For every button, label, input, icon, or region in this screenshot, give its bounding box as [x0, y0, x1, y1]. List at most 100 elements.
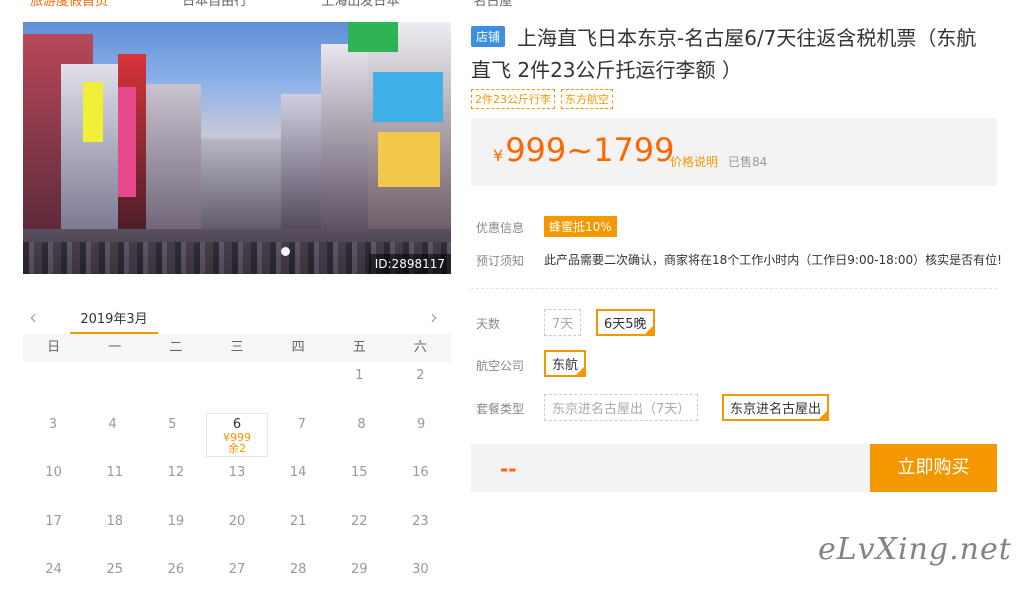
option-airline-ceair[interactable]: 东航	[544, 350, 587, 377]
shop-badge[interactable]: 店铺	[471, 26, 506, 47]
calendar-day: 26	[167, 562, 185, 577]
calendar-day-number: 6	[232, 416, 242, 432]
calendar-week-row: 1 2	[23, 362, 451, 411]
calendar-day: 20	[228, 513, 246, 529]
calendar-day: 21	[289, 513, 307, 529]
sold-count: 已售84	[728, 155, 768, 169]
weekday-label: 五	[352, 340, 366, 355]
calendar-day	[145, 362, 206, 411]
calendar-day: 22	[351, 513, 368, 529]
calendar-day: 25	[106, 562, 123, 577]
calendar-day	[23, 362, 84, 411]
calendar-grid: 1 2 3 4 5 6 ¥999 余2 7 8 9 10 11 12 13 14…	[23, 362, 451, 605]
calendar-day: 3	[48, 416, 57, 432]
prev-month-icon[interactable]: ‹	[29, 305, 37, 329]
calendar-day: 9	[417, 416, 426, 432]
option-package-7day[interactable]: 东京进名古屋出（7天）	[544, 394, 699, 421]
option-days-6d5n[interactable]: 6天5晚	[596, 309, 655, 336]
price-explanation-link[interactable]: 价格说明	[670, 153, 718, 170]
calendar-day: 16	[412, 465, 429, 480]
calendar-day: 15	[351, 465, 368, 480]
calendar-day-price: ¥999	[223, 430, 252, 444]
breadcrumb-item[interactable]: 上海出发日本	[321, 0, 399, 9]
weekday-label: 三	[230, 340, 244, 355]
weekday-label: 二	[169, 340, 183, 355]
notice-text: 此产品需要二次确认，商家将在18个工作小时内（工作日9:00-18:00）核实是…	[544, 253, 1002, 267]
package-label: 套餐类型	[476, 402, 525, 416]
calendar-day: 24	[45, 562, 62, 577]
calendar-day: 12	[167, 465, 185, 480]
calendar-day	[84, 362, 145, 411]
calendar-day: 4	[108, 416, 117, 432]
calendar-day: 8	[357, 416, 366, 432]
calendar-day: 13	[228, 465, 246, 480]
calendar-day-stock: 余2	[228, 441, 247, 455]
option-package[interactable]: 东京进名古屋出	[722, 394, 830, 421]
photo-id-label: ID:2898117	[368, 254, 451, 274]
calendar-day: 30	[412, 562, 429, 577]
price-value: 999~1799	[505, 131, 675, 169]
calendar-day: 7	[297, 416, 306, 432]
discount-label: 优惠信息	[476, 221, 525, 235]
weekday-label: 日	[47, 340, 61, 355]
product-photo[interactable]: ID:2898117	[23, 22, 451, 274]
calendar-day: 28	[289, 562, 307, 577]
buy-now-button[interactable]: 立即购买	[870, 444, 997, 492]
calendar-day: 17	[45, 513, 62, 529]
calendar-day: 29	[351, 562, 368, 577]
calendar-day: 19	[167, 513, 185, 529]
next-month-icon[interactable]: ›	[430, 305, 438, 329]
price-range: ¥999~1799	[493, 131, 675, 169]
currency-symbol: ¥	[493, 146, 504, 165]
weekday-label: 四	[291, 340, 305, 355]
breadcrumb-item[interactable]: 日本自由行	[182, 0, 247, 9]
notice-label: 预订须知	[476, 254, 525, 268]
carousel-dots[interactable]	[281, 241, 290, 260]
calendar-week-row: 10 11 12 13 14 15 16	[23, 459, 451, 508]
calendar-day: 5	[168, 416, 177, 432]
site-watermark: eLvXing.net	[818, 532, 1012, 567]
carousel-dot[interactable]	[281, 247, 290, 256]
calendar-day: 1	[355, 368, 364, 383]
airline-label: 航空公司	[476, 359, 525, 373]
photo-billboard	[378, 132, 440, 187]
photo-building	[321, 44, 371, 234]
breadcrumb: 旅游度假首页 日本自由行 上海出发日本 名古屋	[30, 0, 582, 9]
photo-billboard	[373, 72, 443, 122]
photo-building	[368, 22, 451, 234]
weekday-label: 一	[108, 340, 122, 355]
calendar-week-row: 24 25 26 27 28 29 30	[23, 556, 451, 605]
photo-sign	[118, 87, 136, 197]
breadcrumb-item[interactable]: 名古屋	[473, 0, 512, 9]
calendar-week-row: 17 18 19 20 21 22 23	[23, 508, 451, 557]
calendar-month[interactable]: 2019年3月	[70, 308, 158, 327]
calendar-week-row: 3 4 5 6 ¥999 余2 7 8 9	[23, 411, 451, 460]
weekday-label: 六	[413, 340, 427, 355]
photo-billboard	[348, 22, 398, 52]
calendar-day: 2	[416, 368, 425, 383]
discount-badge: 蜂蜜抵10%	[544, 216, 617, 237]
calendar-day: 11	[106, 465, 123, 480]
calendar-day: 10	[45, 465, 62, 480]
photo-building	[146, 84, 201, 234]
feature-chip: 东方航空	[561, 89, 613, 109]
calendar-day: 14	[289, 465, 307, 480]
photo-building	[281, 94, 321, 234]
feature-chip: 2件23公斤行李	[471, 89, 555, 109]
calendar-day-available[interactable]: 6 ¥999 余2	[206, 412, 268, 457]
product-title: 上海直飞日本东京-名古屋6/7天往返含税机票（东航直飞 2件23公斤托运行李额 …	[471, 26, 977, 82]
calendar-weekdays: 日 一 二 三 四 五 六	[23, 334, 451, 362]
calendar-day	[206, 362, 267, 411]
feature-chips: 2件23公斤行李 东方航空	[471, 89, 613, 109]
calendar-day: 23	[412, 513, 429, 529]
calendar-day	[268, 362, 329, 411]
photo-sign	[83, 82, 103, 142]
divider	[471, 288, 997, 289]
breadcrumb-item[interactable]: 旅游度假首页	[30, 0, 108, 9]
option-days-7[interactable]: 7天	[544, 309, 582, 336]
calendar-day: 27	[228, 562, 246, 577]
total-price: --	[500, 457, 517, 481]
days-label: 天数	[476, 317, 501, 331]
photo-building	[201, 139, 281, 234]
calendar-day: 18	[106, 513, 123, 529]
